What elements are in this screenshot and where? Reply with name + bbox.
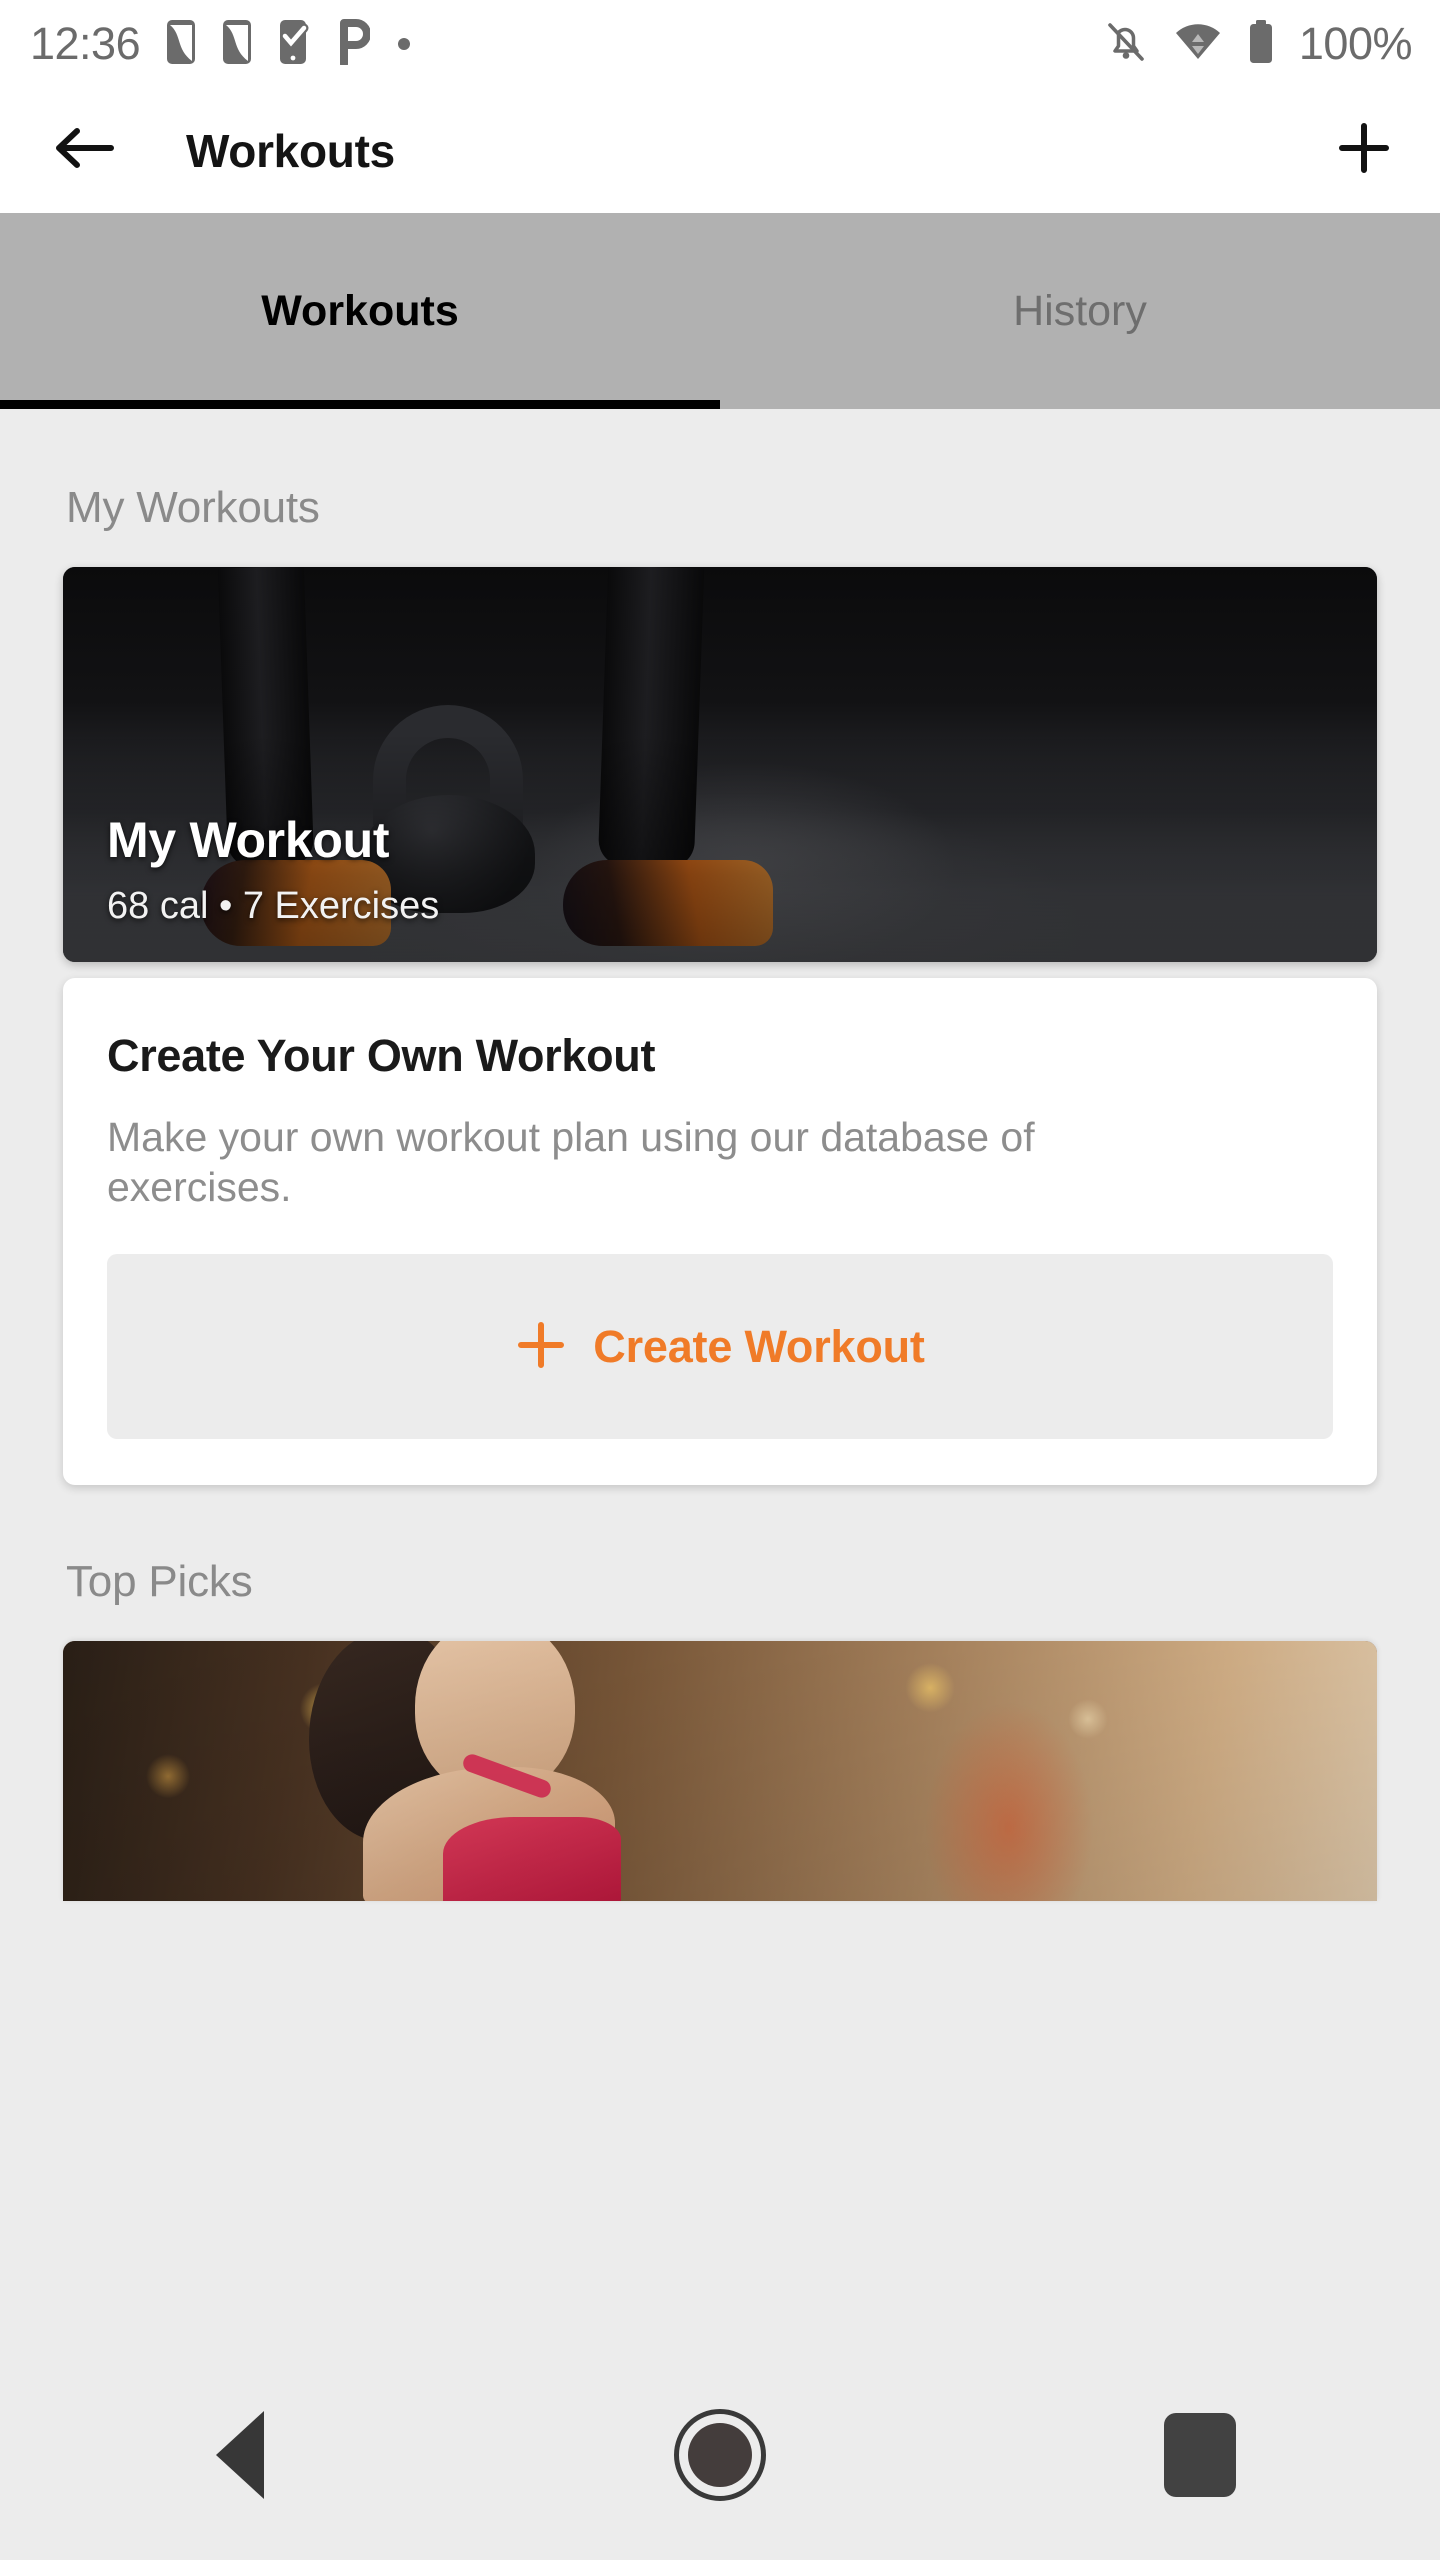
create-workout-button[interactable]: Create Workout xyxy=(107,1254,1333,1440)
battery-full-icon xyxy=(1247,19,1275,70)
plus-icon xyxy=(515,1319,567,1374)
tab-workouts-label: Workouts xyxy=(261,286,459,335)
sim-card-icon xyxy=(166,19,196,70)
top-picks-card[interactable] xyxy=(63,1641,1377,1902)
status-bar: 12:36 100% xyxy=(0,0,1440,88)
tab-bar: Workouts History xyxy=(0,213,1440,409)
nav-recents-square-icon xyxy=(1164,2413,1236,2497)
phone-check-icon xyxy=(278,19,310,70)
section-title-top-picks: Top Picks xyxy=(66,1557,253,1607)
status-time: 12:36 xyxy=(30,18,141,69)
create-workout-description: Make your own workout plan using our dat… xyxy=(107,1114,1035,1211)
status-bar-right: 100% xyxy=(1103,18,1413,71)
nav-recents-button[interactable] xyxy=(1125,2380,1275,2530)
android-navigation-bar xyxy=(0,2350,1440,2560)
content-scroll-area: My Workouts My Workout 68 cal • 7 Exerci… xyxy=(0,409,1440,1902)
top-picks-shade xyxy=(63,1641,1377,1902)
nav-back-button[interactable] xyxy=(165,2380,315,2530)
tab-workouts[interactable]: Workouts xyxy=(0,213,720,409)
tab-active-indicator xyxy=(0,400,720,409)
nav-home-button[interactable] xyxy=(645,2380,795,2530)
app-bar: Workouts xyxy=(0,88,1440,213)
tab-history-label: History xyxy=(1013,286,1147,335)
pinterest-p-icon xyxy=(336,18,372,70)
nav-back-triangle-icon xyxy=(216,2411,264,2499)
back-button[interactable] xyxy=(48,115,120,187)
page-title: Workouts xyxy=(186,124,395,177)
section-title-my-workouts: My Workouts xyxy=(66,483,320,532)
nav-home-inner-dot xyxy=(688,2423,752,2487)
create-workout-button-label: Create Workout xyxy=(593,1320,925,1372)
my-workout-subtitle: 68 cal • 7 Exercises xyxy=(107,885,440,927)
create-workout-title: Create Your Own Workout xyxy=(107,1030,656,1081)
bell-off-icon xyxy=(1103,18,1149,71)
tab-history[interactable]: History xyxy=(720,213,1440,409)
wifi-icon xyxy=(1173,22,1223,67)
sim-card-icon xyxy=(222,19,252,70)
status-bar-left: 12:36 xyxy=(30,18,412,70)
battery-percentage: 100% xyxy=(1298,18,1413,69)
create-workout-card: Create Your Own Workout Make your own wo… xyxy=(63,978,1377,1486)
my-workout-title: My Workout xyxy=(107,812,390,868)
my-workout-card[interactable]: My Workout 68 cal • 7 Exercises xyxy=(63,567,1377,962)
add-workout-button[interactable] xyxy=(1328,115,1400,187)
dot-icon xyxy=(396,19,412,70)
arrow-left-icon xyxy=(53,125,115,176)
nav-home-circle-icon xyxy=(674,2409,766,2501)
my-workout-card-text: My Workout 68 cal • 7 Exercises xyxy=(107,811,439,928)
plus-icon xyxy=(1337,121,1391,180)
